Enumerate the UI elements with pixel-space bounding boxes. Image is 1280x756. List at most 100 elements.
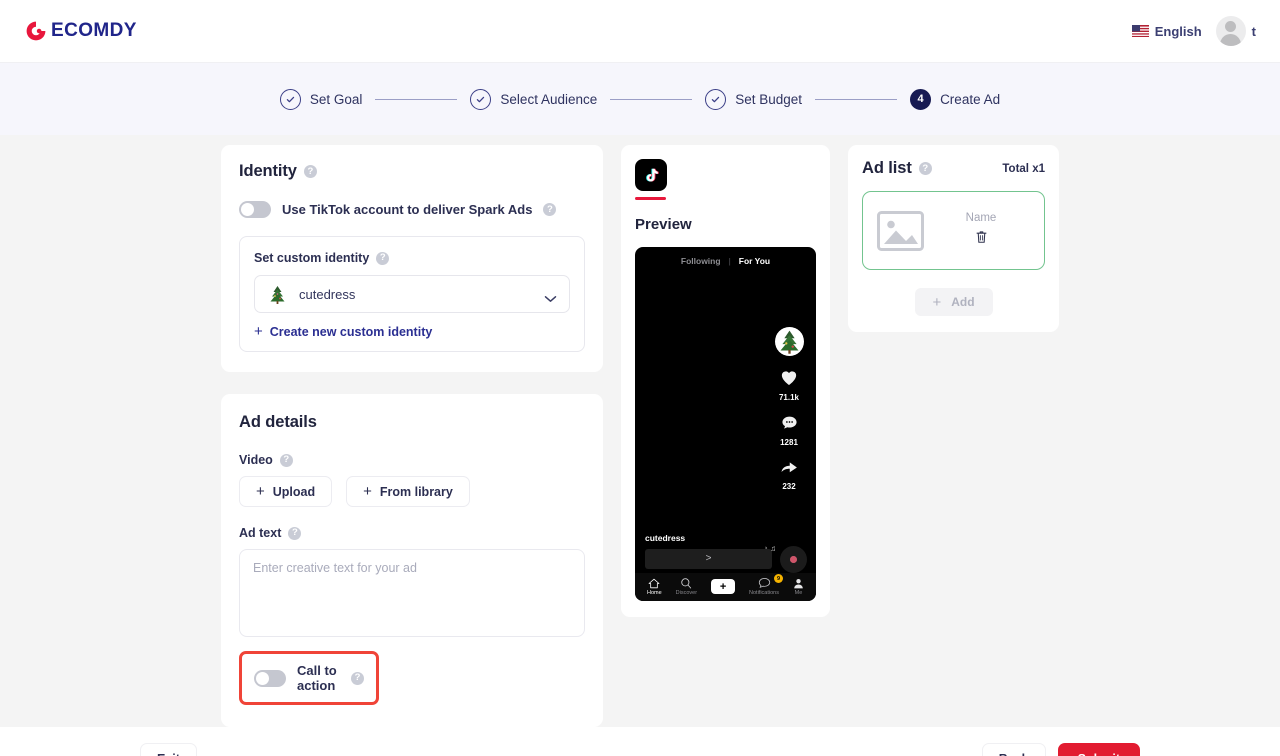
inbox-icon <box>758 578 770 589</box>
exit-button[interactable]: Exit <box>140 743 197 756</box>
phone-preview: Following | For You 71.1k 1281 232 ♪ ♫ c… <box>635 246 816 601</box>
call-to-action-toggle[interactable] <box>254 669 286 687</box>
heart-icon <box>781 370 797 385</box>
user-menu[interactable]: t <box>1215 16 1256 46</box>
brand-logo[interactable]: ECOMDY <box>24 19 137 43</box>
identity-card: Identity ? Use TikTok account to deliver… <box>221 145 603 372</box>
user-name: t <box>1251 23 1256 39</box>
call-to-action-label: Call to action <box>297 663 337 693</box>
check-icon <box>470 88 492 110</box>
ad-list-item[interactable]: Name <box>862 191 1045 270</box>
check-icon <box>279 88 301 110</box>
brand-name: ECOMDY <box>51 20 137 41</box>
check-icon <box>705 88 727 110</box>
phone-bottom-nav: Home Discover + 9 Notifications Me <box>635 572 816 601</box>
video-label: Video <box>239 453 273 467</box>
step-number: 4 <box>910 88 932 110</box>
help-icon[interactable]: ? <box>288 526 302 540</box>
language-label: English <box>1154 23 1202 39</box>
ad-list-title-row: Ad list ? <box>862 159 932 178</box>
help-icon[interactable]: ? <box>279 453 293 467</box>
main-content: Identity ? Use TikTok account to deliver… <box>0 135 1280 727</box>
identity-select-value: cutedress <box>299 286 356 302</box>
share-icon <box>781 461 797 472</box>
help-icon[interactable]: ? <box>376 251 390 265</box>
back-button[interactable]: Back <box>981 743 1046 756</box>
add-ad-button[interactable]: + Add <box>914 288 993 316</box>
ad-text-input[interactable]: Enter creative text for your ad <box>239 549 585 637</box>
step-select-audience[interactable]: Select Audience <box>470 88 598 110</box>
preview-cta-bar[interactable]: > <box>645 548 772 569</box>
tab-divider: | <box>728 255 731 266</box>
ad-list-header: Ad list ? Total x1 <box>862 159 1045 178</box>
ad-list-column: Ad list ? Total x1 Name + Add <box>848 145 1059 332</box>
help-icon[interactable]: ? <box>918 162 932 175</box>
plus-icon: + <box>363 483 372 500</box>
nav-discover-label: Discover <box>675 590 698 596</box>
nav-home-label: Home <box>646 589 662 596</box>
ad-item-name: Name <box>965 212 997 224</box>
share-control[interactable]: 232 <box>772 460 806 491</box>
ad-details-card: Ad details Video ? + Upload + From libra… <box>221 394 603 727</box>
ecomdy-logo-icon <box>24 19 48 43</box>
left-column: Identity ? Use TikTok account to deliver… <box>221 145 603 727</box>
spark-ads-toggle-row[interactable]: Use TikTok account to deliver Spark Ads … <box>239 201 585 218</box>
tiktok-logo-icon <box>635 159 667 191</box>
nav-me[interactable]: Me <box>793 578 804 596</box>
nav-discover[interactable]: Discover <box>676 577 697 596</box>
submit-button[interactable]: Submit <box>1057 743 1140 756</box>
from-library-label: From library <box>379 484 453 499</box>
identity-title: Identity <box>239 162 297 180</box>
upload-video-button[interactable]: + Upload <box>239 476 333 507</box>
us-flag-icon <box>1131 25 1149 37</box>
home-icon <box>648 578 660 588</box>
preview-column: Preview Following | For You 71.1k 1281 2… <box>621 145 830 617</box>
video-label-row: Video ? <box>239 453 585 467</box>
wizard-stepper-band: Set Goal Select Audience Set Budget 4 Cr… <box>0 63 1280 135</box>
preview-card: Preview Following | For You 71.1k 1281 2… <box>621 145 830 617</box>
nav-create[interactable]: + <box>711 579 736 594</box>
step-label: Set Budget <box>735 91 803 107</box>
image-placeholder-icon <box>877 210 924 251</box>
ad-list-card: Ad list ? Total x1 Name + Add <box>848 145 1059 332</box>
step-label: Select Audience <box>500 91 598 107</box>
music-disc-icon <box>780 545 807 573</box>
custom-identity-label: Set custom identity <box>254 251 370 265</box>
header-actions: English t <box>1131 16 1256 46</box>
wizard-footer: Exit Back Submit <box>0 727 1280 756</box>
ad-details-title: Ad details <box>239 413 317 431</box>
preview-username: cutedress <box>645 532 686 543</box>
app-header: ECOMDY English t <box>0 0 1280 63</box>
step-set-budget[interactable]: Set Budget <box>705 88 803 110</box>
comment-control[interactable]: 1281 <box>772 415 806 447</box>
nav-notifications[interactable]: 9 Notifications <box>749 574 783 596</box>
footer-nav-buttons: Back Submit <box>981 743 1140 756</box>
trash-icon[interactable] <box>975 230 988 249</box>
identity-select[interactable]: cutedress <box>254 275 570 313</box>
phone-interaction-rail: 71.1k 1281 232 <box>772 326 806 491</box>
tiktok-platform-tab[interactable] <box>635 159 816 200</box>
plus-icon: + <box>711 579 736 594</box>
identity-avatar-icon <box>267 283 288 305</box>
language-selector[interactable]: English <box>1131 23 1202 39</box>
help-icon[interactable]: ? <box>351 671 364 685</box>
from-library-button[interactable]: + From library <box>346 476 470 507</box>
plus-icon: + <box>256 483 265 500</box>
create-custom-identity-link[interactable]: + Create new custom identity <box>254 324 570 339</box>
help-icon[interactable]: ? <box>543 203 557 216</box>
creator-avatar[interactable] <box>774 326 804 356</box>
step-connector <box>815 98 898 100</box>
ad-item-meta: Name <box>932 212 1030 249</box>
ad-list-total: Total x1 <box>1002 162 1045 175</box>
step-label: Set Goal <box>309 91 363 107</box>
tab-following[interactable]: Following <box>681 256 721 266</box>
comment-count: 1281 <box>780 437 798 447</box>
step-set-goal[interactable]: Set Goal <box>279 88 363 110</box>
nav-home[interactable]: Home <box>647 578 662 596</box>
like-control[interactable]: 71.1k <box>772 369 806 402</box>
tab-for-you[interactable]: For You <box>739 256 770 266</box>
preview-title: Preview <box>635 215 692 233</box>
help-icon[interactable]: ? <box>303 165 317 178</box>
spark-ads-toggle[interactable] <box>239 201 271 218</box>
step-create-ad[interactable]: 4 Create Ad <box>910 88 1000 110</box>
